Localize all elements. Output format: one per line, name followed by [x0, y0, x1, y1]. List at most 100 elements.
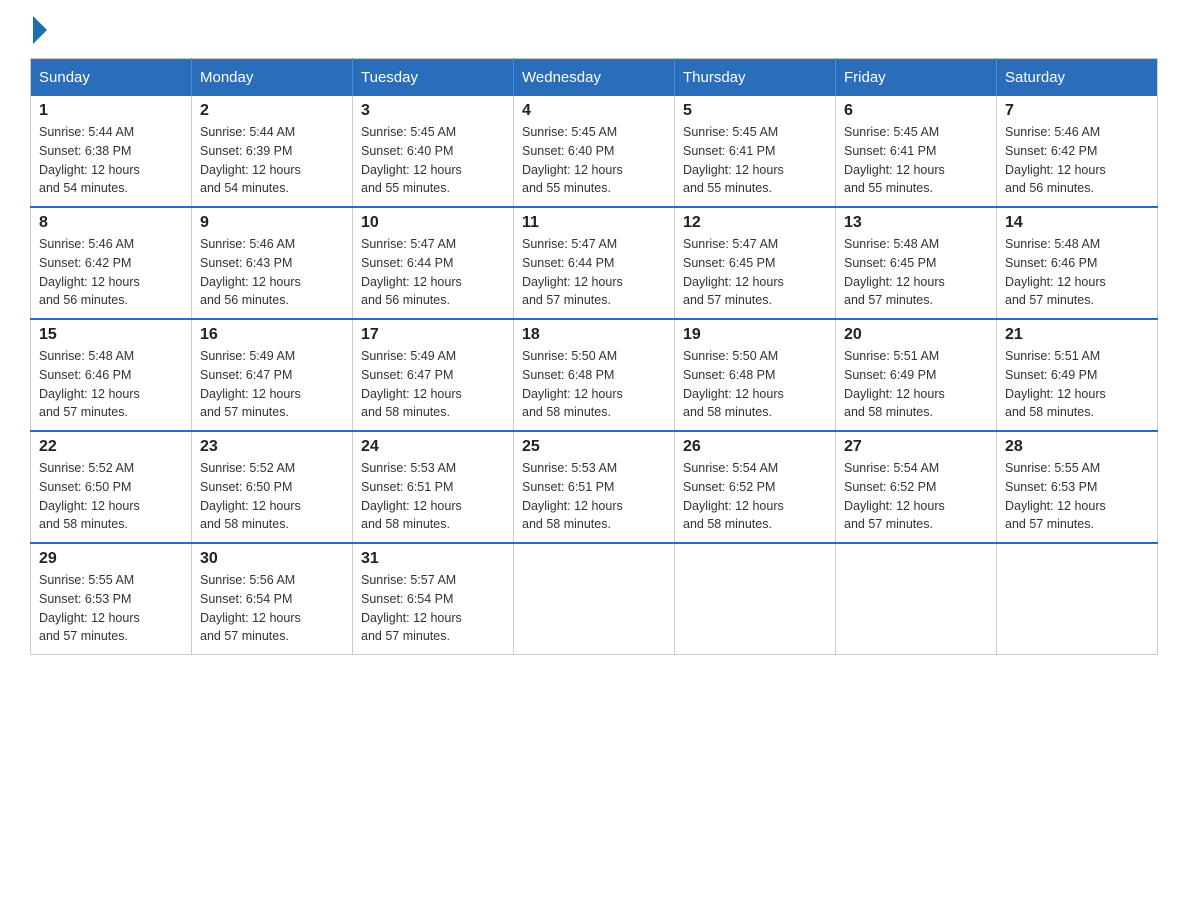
- day-info: Sunrise: 5:50 AMSunset: 6:48 PMDaylight:…: [522, 347, 666, 422]
- calendar-cell: 21 Sunrise: 5:51 AMSunset: 6:49 PMDayligh…: [997, 319, 1158, 431]
- day-number: 19: [683, 326, 827, 344]
- day-info: Sunrise: 5:48 AMSunset: 6:46 PMDaylight:…: [39, 347, 183, 422]
- weekday-header-monday: Monday: [192, 59, 353, 97]
- calendar-cell: 1 Sunrise: 5:44 AMSunset: 6:38 PMDaylight…: [31, 96, 192, 207]
- day-number: 16: [200, 326, 344, 344]
- day-number: 4: [522, 102, 666, 120]
- day-info: Sunrise: 5:45 AMSunset: 6:40 PMDaylight:…: [522, 123, 666, 198]
- calendar-cell: [836, 543, 997, 655]
- day-info: Sunrise: 5:55 AMSunset: 6:53 PMDaylight:…: [1005, 459, 1149, 534]
- day-info: Sunrise: 5:45 AMSunset: 6:40 PMDaylight:…: [361, 123, 505, 198]
- calendar-cell: 6 Sunrise: 5:45 AMSunset: 6:41 PMDaylight…: [836, 96, 997, 207]
- day-info: Sunrise: 5:48 AMSunset: 6:45 PMDaylight:…: [844, 235, 988, 310]
- day-number: 15: [39, 326, 183, 344]
- calendar-cell: 25 Sunrise: 5:53 AMSunset: 6:51 PMDayligh…: [514, 431, 675, 543]
- calendar-cell: 9 Sunrise: 5:46 AMSunset: 6:43 PMDaylight…: [192, 207, 353, 319]
- calendar-week-row: 15 Sunrise: 5:48 AMSunset: 6:46 PMDayligh…: [31, 319, 1158, 431]
- logo: [30, 20, 47, 38]
- day-number: 29: [39, 550, 183, 568]
- day-number: 3: [361, 102, 505, 120]
- day-info: Sunrise: 5:51 AMSunset: 6:49 PMDaylight:…: [844, 347, 988, 422]
- day-info: Sunrise: 5:55 AMSunset: 6:53 PMDaylight:…: [39, 571, 183, 646]
- day-info: Sunrise: 5:56 AMSunset: 6:54 PMDaylight:…: [200, 571, 344, 646]
- calendar-header-row: SundayMondayTuesdayWednesdayThursdayFrid…: [31, 59, 1158, 97]
- day-info: Sunrise: 5:47 AMSunset: 6:44 PMDaylight:…: [522, 235, 666, 310]
- day-number: 26: [683, 438, 827, 456]
- calendar-cell: 11 Sunrise: 5:47 AMSunset: 6:44 PMDayligh…: [514, 207, 675, 319]
- day-number: 27: [844, 438, 988, 456]
- calendar-week-row: 8 Sunrise: 5:46 AMSunset: 6:42 PMDaylight…: [31, 207, 1158, 319]
- day-info: Sunrise: 5:45 AMSunset: 6:41 PMDaylight:…: [844, 123, 988, 198]
- day-number: 2: [200, 102, 344, 120]
- weekday-header-friday: Friday: [836, 59, 997, 97]
- day-number: 5: [683, 102, 827, 120]
- calendar-cell: 17 Sunrise: 5:49 AMSunset: 6:47 PMDayligh…: [353, 319, 514, 431]
- day-info: Sunrise: 5:46 AMSunset: 6:42 PMDaylight:…: [39, 235, 183, 310]
- calendar-cell: 28 Sunrise: 5:55 AMSunset: 6:53 PMDayligh…: [997, 431, 1158, 543]
- day-number: 1: [39, 102, 183, 120]
- calendar-cell: 10Sunrise: 5:47 AMSunset: 6:44 PMDayligh…: [353, 207, 514, 319]
- calendar-cell: 31Sunrise: 5:57 AMSunset: 6:54 PMDayligh…: [353, 543, 514, 655]
- weekday-header-saturday: Saturday: [997, 59, 1158, 97]
- calendar-cell: 14 Sunrise: 5:48 AMSunset: 6:46 PMDayligh…: [997, 207, 1158, 319]
- day-number: 25: [522, 438, 666, 456]
- calendar-cell: 24Sunrise: 5:53 AMSunset: 6:51 PMDayligh…: [353, 431, 514, 543]
- day-number: 21: [1005, 326, 1149, 344]
- weekday-header-wednesday: Wednesday: [514, 59, 675, 97]
- day-number: 30: [200, 550, 344, 568]
- day-number: 9: [200, 214, 344, 232]
- calendar-cell: 29 Sunrise: 5:55 AMSunset: 6:53 PMDayligh…: [31, 543, 192, 655]
- day-info: Sunrise: 5:44 AMSunset: 6:38 PMDaylight:…: [39, 123, 183, 198]
- calendar-cell: 30 Sunrise: 5:56 AMSunset: 6:54 PMDayligh…: [192, 543, 353, 655]
- day-info: Sunrise: 5:48 AMSunset: 6:46 PMDaylight:…: [1005, 235, 1149, 310]
- day-info: Sunrise: 5:54 AMSunset: 6:52 PMDaylight:…: [844, 459, 988, 534]
- day-number: 17: [361, 326, 505, 344]
- day-number: 23: [200, 438, 344, 456]
- day-info: Sunrise: 5:52 AMSunset: 6:50 PMDaylight:…: [39, 459, 183, 534]
- calendar-cell: 7Sunrise: 5:46 AMSunset: 6:42 PMDaylight…: [997, 96, 1158, 207]
- day-number: 11: [522, 214, 666, 232]
- day-info: Sunrise: 5:47 AMSunset: 6:45 PMDaylight:…: [683, 235, 827, 310]
- day-info: Sunrise: 5:54 AMSunset: 6:52 PMDaylight:…: [683, 459, 827, 534]
- day-info: Sunrise: 5:49 AMSunset: 6:47 PMDaylight:…: [200, 347, 344, 422]
- calendar-cell: 16 Sunrise: 5:49 AMSunset: 6:47 PMDayligh…: [192, 319, 353, 431]
- logo-top: [30, 20, 47, 44]
- calendar-cell: 18 Sunrise: 5:50 AMSunset: 6:48 PMDayligh…: [514, 319, 675, 431]
- logo-triangle-icon: [33, 16, 47, 44]
- calendar-cell: 22 Sunrise: 5:52 AMSunset: 6:50 PMDayligh…: [31, 431, 192, 543]
- calendar-cell: 5 Sunrise: 5:45 AMSunset: 6:41 PMDaylight…: [675, 96, 836, 207]
- calendar-week-row: 22 Sunrise: 5:52 AMSunset: 6:50 PMDayligh…: [31, 431, 1158, 543]
- day-info: Sunrise: 5:50 AMSunset: 6:48 PMDaylight:…: [683, 347, 827, 422]
- day-number: 14: [1005, 214, 1149, 232]
- calendar-cell: 4 Sunrise: 5:45 AMSunset: 6:40 PMDaylight…: [514, 96, 675, 207]
- day-number: 8: [39, 214, 183, 232]
- calendar-cell: 2 Sunrise: 5:44 AMSunset: 6:39 PMDaylight…: [192, 96, 353, 207]
- calendar-cell: [514, 543, 675, 655]
- day-info: Sunrise: 5:51 AMSunset: 6:49 PMDaylight:…: [1005, 347, 1149, 422]
- calendar-cell: [997, 543, 1158, 655]
- calendar-week-row: 29 Sunrise: 5:55 AMSunset: 6:53 PMDayligh…: [31, 543, 1158, 655]
- day-info: Sunrise: 5:46 AMSunset: 6:43 PMDaylight:…: [200, 235, 344, 310]
- day-info: Sunrise: 5:49 AMSunset: 6:47 PMDaylight:…: [361, 347, 505, 422]
- calendar-cell: 19 Sunrise: 5:50 AMSunset: 6:48 PMDayligh…: [675, 319, 836, 431]
- day-info: Sunrise: 5:53 AMSunset: 6:51 PMDaylight:…: [361, 459, 505, 534]
- calendar-cell: 12 Sunrise: 5:47 AMSunset: 6:45 PMDayligh…: [675, 207, 836, 319]
- day-number: 31: [361, 550, 505, 568]
- day-info: Sunrise: 5:46 AMSunset: 6:42 PMDaylight:…: [1005, 123, 1149, 198]
- day-number: 28: [1005, 438, 1149, 456]
- day-info: Sunrise: 5:44 AMSunset: 6:39 PMDaylight:…: [200, 123, 344, 198]
- day-number: 18: [522, 326, 666, 344]
- day-number: 22: [39, 438, 183, 456]
- day-info: Sunrise: 5:52 AMSunset: 6:50 PMDaylight:…: [200, 459, 344, 534]
- day-number: 20: [844, 326, 988, 344]
- day-info: Sunrise: 5:53 AMSunset: 6:51 PMDaylight:…: [522, 459, 666, 534]
- calendar-week-row: 1 Sunrise: 5:44 AMSunset: 6:38 PMDaylight…: [31, 96, 1158, 207]
- calendar-cell: 3 Sunrise: 5:45 AMSunset: 6:40 PMDaylight…: [353, 96, 514, 207]
- day-number: 6: [844, 102, 988, 120]
- page-header: [30, 20, 1158, 38]
- day-number: 12: [683, 214, 827, 232]
- weekday-header-sunday: Sunday: [31, 59, 192, 97]
- calendar-cell: 23 Sunrise: 5:52 AMSunset: 6:50 PMDayligh…: [192, 431, 353, 543]
- day-info: Sunrise: 5:45 AMSunset: 6:41 PMDaylight:…: [683, 123, 827, 198]
- calendar-cell: 15 Sunrise: 5:48 AMSunset: 6:46 PMDayligh…: [31, 319, 192, 431]
